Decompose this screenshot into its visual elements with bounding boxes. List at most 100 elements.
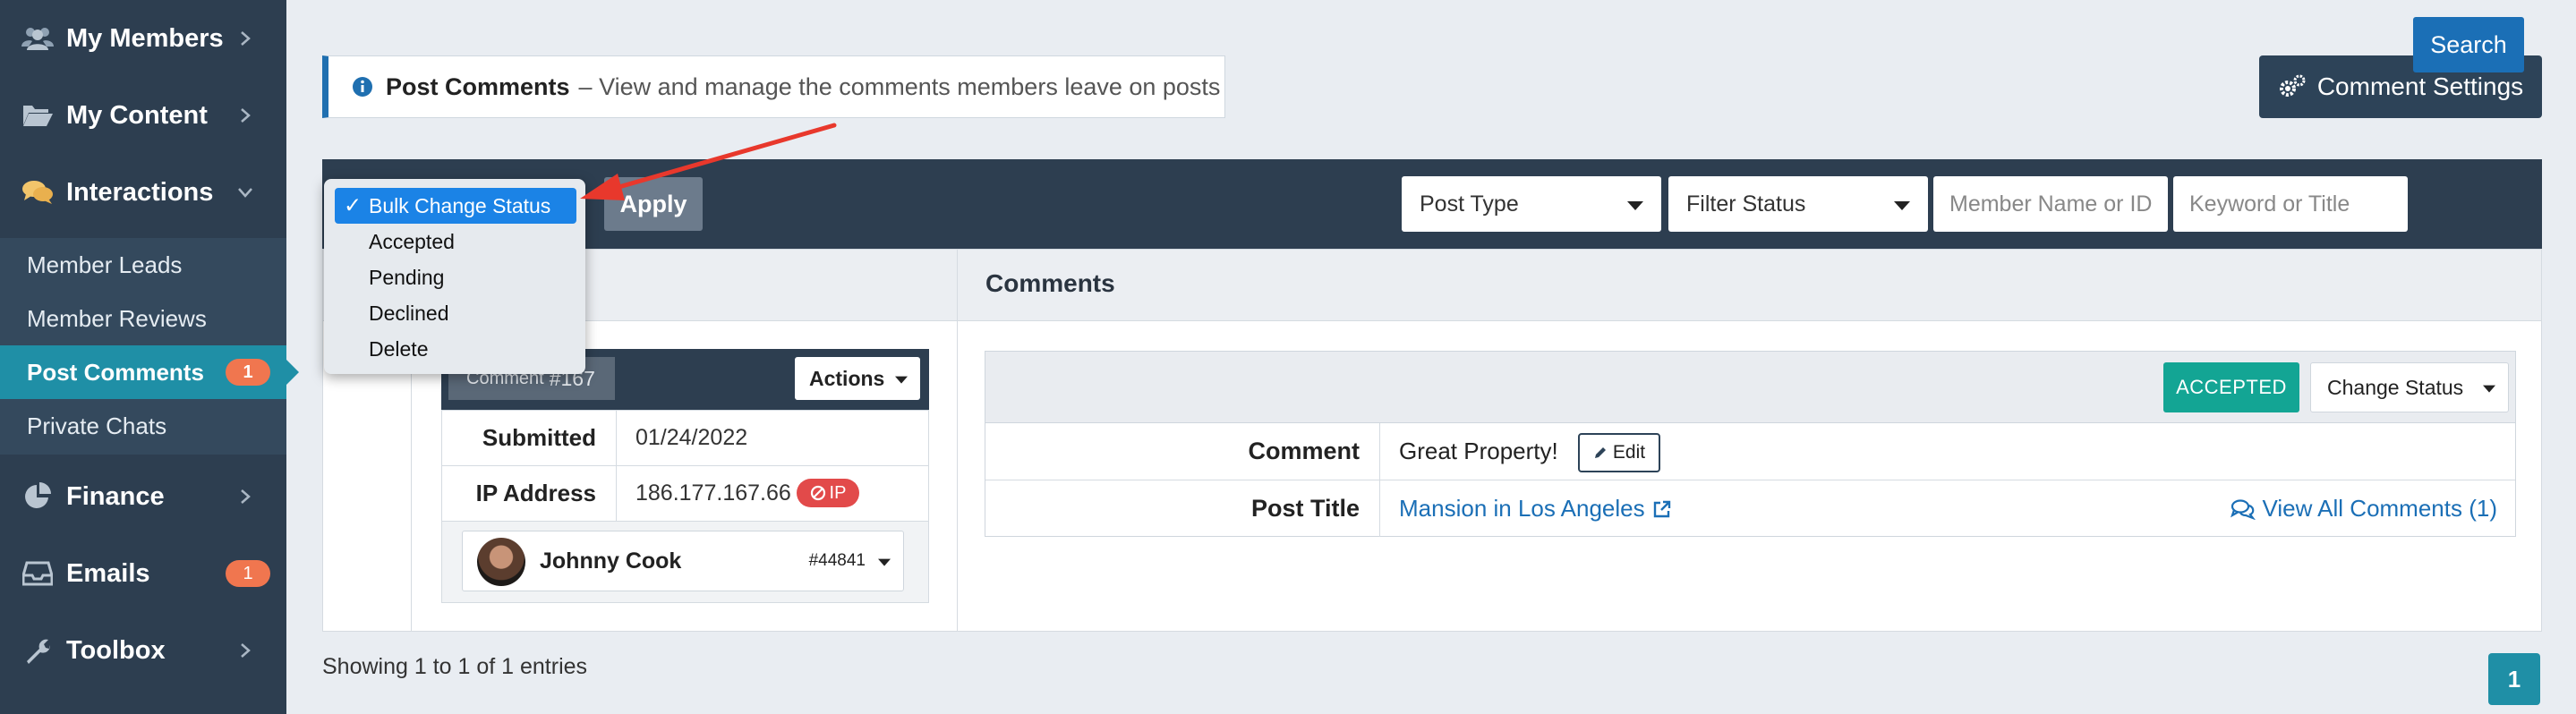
select-value: Post Type (1420, 191, 1519, 217)
view-all-comments-link[interactable]: View All Comments (1) (2230, 480, 2498, 537)
bulk-option-pending[interactable]: Pending (324, 259, 585, 295)
comments-icon (20, 174, 55, 210)
nav-label: My Members (66, 23, 224, 53)
select-value: Filter Status (1686, 191, 1806, 217)
sidebar-item-member-leads[interactable]: Member Leads (0, 238, 286, 292)
pagination-page-1[interactable]: 1 (2488, 653, 2540, 705)
sub-item-label: Post Comments (27, 358, 204, 386)
option-label: Delete (369, 336, 429, 361)
option-label: Pending (369, 265, 445, 289)
interactions-submenu: Member Leads Member Reviews Post Comment… (0, 238, 299, 455)
table-row: Submitted 01/24/2022 (442, 411, 928, 466)
nav-emails[interactable]: Emails 1 (0, 535, 286, 612)
sub-item-label: Private Chats (27, 412, 167, 439)
ban-icon (810, 485, 825, 501)
option-label: Accepted (369, 229, 455, 253)
external-link-icon (1653, 500, 1670, 517)
entries-info: Showing 1 to 1 of 1 entries (322, 654, 588, 679)
comment-details-table: Submitted 01/24/2022 IP Address 186.177.… (441, 410, 929, 603)
caret-down-icon (2483, 385, 2495, 393)
table-row: Post Title Mansion in Los Angeles View A… (985, 480, 2515, 538)
notification-badge: 1 (226, 560, 270, 587)
ip-ban-badge[interactable]: IP (797, 479, 859, 507)
edit-comment-button[interactable]: Edit (1578, 433, 1660, 472)
change-status-button[interactable]: Change Status (2310, 362, 2509, 412)
bulk-option-bulk-change-status[interactable]: ✓ Bulk Change Status (335, 188, 576, 224)
status-badge: ACCEPTED (2163, 362, 2299, 412)
inbox-icon (20, 556, 55, 591)
chevron-right-icon (241, 108, 251, 123)
ip-address-label: IP Address (442, 466, 617, 521)
card-header: ACCEPTED Change Status (985, 352, 2515, 423)
sub-item-label: Member Reviews (27, 304, 207, 332)
comments-outline-icon (2230, 498, 2256, 520)
member-id: #44841 (808, 551, 866, 570)
nav-toolbox[interactable]: Toolbox (0, 612, 286, 689)
active-indicator (286, 360, 299, 385)
page-info-banner: Post Comments – View and manage the comm… (322, 55, 1225, 118)
nav-label: Emails (66, 558, 150, 588)
badge-label: IP (829, 482, 847, 503)
wrench-icon (20, 633, 55, 668)
nav-interactions[interactable]: Interactions (0, 154, 286, 231)
pencil-icon (1594, 447, 1606, 458)
sidebar-item-post-comments[interactable]: Post Comments 1 (0, 345, 299, 399)
member-dropdown[interactable]: Johnny Cook #44841 (462, 531, 904, 591)
submitted-value: 01/24/2022 (635, 425, 748, 450)
table-row: IP Address 186.177.167.66 IP (442, 466, 928, 522)
nav-label: Toolbox (66, 635, 166, 665)
table-header (323, 250, 2541, 321)
caret-down-icon (1894, 201, 1910, 210)
input-placeholder: Keyword or Title (2189, 191, 2350, 217)
submitted-label: Submitted (442, 411, 617, 465)
filter-status-select[interactable]: Filter Status (1668, 176, 1928, 232)
bulk-option-accepted[interactable]: Accepted (324, 224, 585, 259)
comment-label: Comment (985, 423, 1380, 480)
info-icon (353, 77, 372, 97)
chevron-right-icon (241, 643, 251, 658)
button-label: Actions (809, 366, 885, 390)
input-placeholder: Member Name or ID (1949, 191, 2153, 217)
actions-dropdown-button[interactable]: Actions (795, 357, 920, 400)
sub-item-label: Member Leads (27, 251, 183, 278)
page-title: Post Comments (386, 72, 570, 100)
member-search-input[interactable]: Member Name or ID (1933, 176, 2168, 232)
caret-down-icon (1627, 201, 1643, 210)
table-row: Comment Great Property! Edit (985, 423, 2515, 480)
link-text: View All Comments (1) (2262, 495, 2498, 522)
member-name: Johnny Cook (540, 548, 682, 574)
nav-finance[interactable]: Finance (0, 458, 286, 535)
button-label: Change Status (2327, 375, 2464, 399)
sidebar: My Members My Content Interactions Membe… (0, 0, 299, 714)
post-type-select[interactable]: Post Type (1402, 176, 1661, 232)
nav-label: My Content (66, 100, 208, 130)
folder-open-icon (20, 98, 55, 133)
option-label: Declined (369, 301, 449, 325)
bulk-option-delete[interactable]: Delete (324, 331, 585, 367)
link-text: Mansion in Los Angeles (1399, 495, 1645, 522)
search-button[interactable]: Search (2413, 17, 2524, 72)
member-row: Johnny Cook #44841 (442, 522, 928, 602)
post-title-link[interactable]: Mansion in Los Angeles (1399, 480, 1672, 537)
keyword-search-input[interactable]: Keyword or Title (2173, 176, 2408, 232)
checkmark-icon: ✓ (344, 193, 363, 218)
page-description: – View and manage the comments members l… (578, 72, 1221, 100)
nav-label: Interactions (66, 177, 214, 207)
ip-address-value: 186.177.167.66 (635, 480, 791, 506)
pie-chart-icon (20, 479, 55, 514)
column-divider (957, 250, 958, 631)
caret-down-icon (878, 558, 891, 566)
apply-button[interactable]: Apply (604, 177, 703, 231)
bulk-option-declined[interactable]: Declined (324, 295, 585, 331)
chevron-right-icon (241, 31, 251, 46)
notification-badge: 1 (226, 359, 270, 386)
sidebar-item-member-reviews[interactable]: Member Reviews (0, 292, 286, 345)
nav-my-members[interactable]: My Members (0, 0, 286, 77)
comments-column-header: Comments (985, 269, 1115, 297)
sidebar-item-private-chats[interactable]: Private Chats (0, 399, 286, 453)
bulk-action-dropdown[interactable]: ✓ Bulk Change Status Accepted Pending De… (324, 179, 585, 374)
avatar (477, 538, 525, 586)
caret-down-icon (895, 376, 908, 384)
users-icon (20, 21, 55, 56)
nav-my-content[interactable]: My Content (0, 77, 286, 154)
